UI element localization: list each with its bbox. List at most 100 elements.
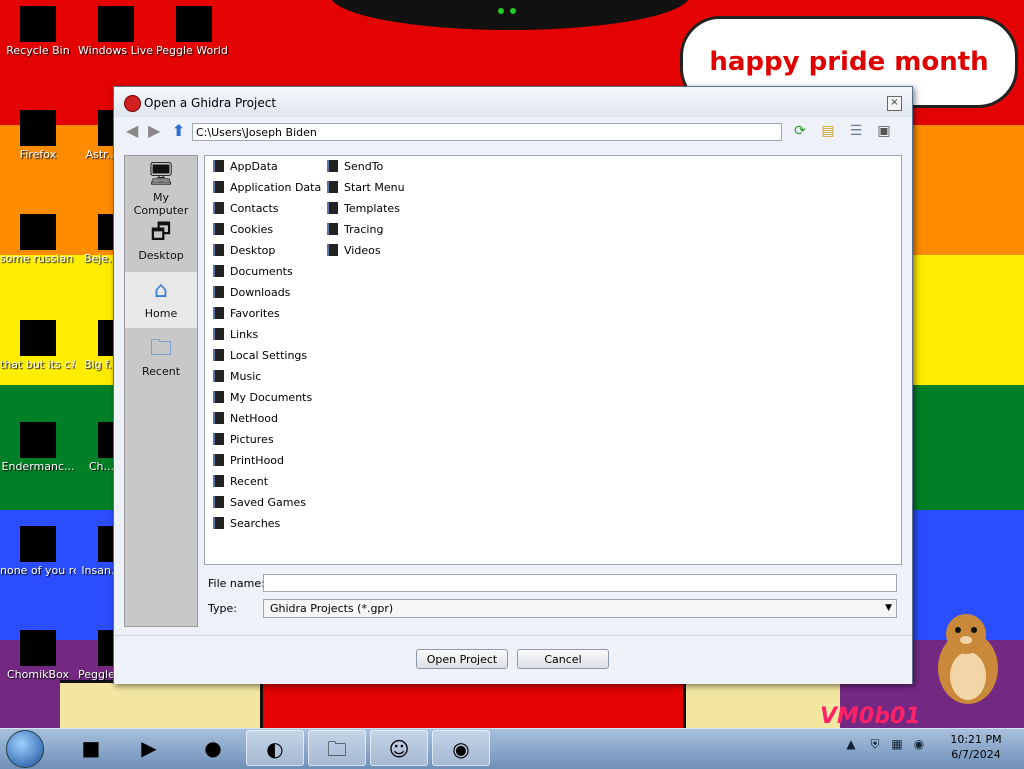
file-list-item[interactable]: Documents (213, 263, 293, 281)
file-name: Searches (230, 517, 281, 530)
refresh-icon[interactable]: ⟳ (792, 123, 808, 139)
forward-arrow-icon[interactable]: ▶ (148, 123, 166, 139)
new-folder-icon[interactable]: ▤ (820, 123, 836, 139)
file-list-item[interactable]: Cookies (213, 221, 273, 239)
volume-icon[interactable]: ◉ (911, 736, 927, 752)
wallpaper-signature: VM0b01 (820, 704, 921, 729)
close-button[interactable]: × (887, 96, 902, 111)
folder-icon (213, 517, 224, 529)
desktop-icon-label: ChomikBox (7, 668, 69, 681)
desktop-icon-label: Windows Live Mail (78, 44, 154, 57)
desktop-icon[interactable]: some russian ran a rat (0, 214, 76, 266)
file-list-item[interactable]: Recent (213, 473, 268, 491)
type-select[interactable]: Ghidra Projects (*.gpr) ▼ (263, 599, 897, 618)
network-icon[interactable]: ▦ (889, 736, 905, 752)
file-name-input[interactable] (263, 574, 897, 592)
taskbar-messenger[interactable]: ☺ (370, 730, 428, 766)
file-list-item[interactable]: Pictures (213, 431, 274, 449)
desktop-icon[interactable]: Peggle World of Warcraft ... (156, 6, 232, 58)
security-shield-icon[interactable]: ⛨ (867, 736, 883, 752)
cancel-button[interactable]: Cancel (517, 649, 609, 669)
file-list[interactable]: AppData Application Data Contacts Cookies De… (204, 155, 902, 565)
dialog-titlebar[interactable]: Open a Ghidra Project × (114, 87, 912, 117)
desktop-icon[interactable]: ChomikBox (0, 630, 76, 682)
desktop-icon[interactable]: Endermanc... (0, 422, 76, 474)
taskbar-app3[interactable]: ● (184, 730, 242, 766)
path-field[interactable]: C:\Users\Joseph Biden (192, 123, 782, 141)
file-list-item[interactable]: PrintHood (213, 452, 284, 470)
file-list-item[interactable]: SendTo (327, 158, 383, 176)
file-list-item[interactable]: Desktop (213, 242, 275, 260)
file-list-item[interactable]: My Documents (213, 389, 312, 407)
file-list-item[interactable]: Links (213, 326, 258, 344)
place-label: Recent (141, 365, 181, 378)
file-name: Music (230, 370, 262, 383)
file-name: AppData (230, 160, 278, 173)
file-list-item[interactable]: Music (213, 368, 261, 386)
cartoon-body-mid (260, 683, 686, 733)
globe-icon: ● (204, 736, 222, 760)
file-list-item[interactable]: Local Settings (213, 347, 307, 365)
folder-icon (213, 202, 224, 214)
taskbar-ghidra[interactable]: ◉ (432, 730, 490, 766)
file-list-item[interactable]: NetHood (213, 410, 278, 428)
desktop-icon[interactable]: none of you retards kno... (0, 526, 76, 578)
file-list-item[interactable]: Tracing (327, 221, 383, 239)
taskbar-app1[interactable]: ■ (62, 730, 120, 766)
details-view-icon[interactable]: ▣ (876, 123, 892, 139)
file-list-item[interactable]: Application Data (213, 179, 321, 197)
file-name: Saved Games (230, 496, 306, 509)
file-list-item[interactable]: Favorites (213, 305, 280, 323)
folder-icon (213, 496, 224, 508)
place-my-computer[interactable]: 🖥 My Computer (125, 156, 197, 217)
file-name: Cookies (230, 223, 274, 236)
file-list-item[interactable]: Templates (327, 200, 400, 218)
folder-icon (327, 160, 338, 172)
place-desktop[interactable]: 🗗 Desktop (125, 214, 197, 270)
hamster-icon (938, 614, 998, 704)
file-list-item[interactable]: Downloads (213, 284, 290, 302)
desktop-icon-label: Recycle Bin (6, 44, 70, 57)
folder-icon (327, 244, 338, 256)
up-arrow-icon[interactable]: ⬆ (172, 123, 190, 139)
file-list-item[interactable]: Saved Games (213, 494, 306, 512)
file-list-item[interactable]: Contacts (213, 200, 279, 218)
file-name: Pictures (230, 433, 274, 446)
folder-icon (213, 433, 224, 445)
taskbar-clock[interactable]: 10:21 PM 6/7/2024 (936, 732, 1016, 762)
messenger-icon: ☺ (388, 737, 410, 761)
desktop-icon[interactable]: Firefox (0, 110, 76, 162)
folder-icon: 🗀 (327, 737, 347, 761)
place-recent[interactable]: 🗀 Recent (125, 330, 197, 386)
recent-folder-icon: 🗀 (149, 336, 172, 361)
list-view-icon[interactable]: ☰ (848, 123, 864, 139)
back-arrow-icon[interactable]: ◀ (126, 123, 144, 139)
file-list-item[interactable]: Start Menu (327, 179, 405, 197)
chevron-down-icon: ▼ (885, 603, 892, 613)
taskbar-firefox[interactable]: ◐ (246, 730, 304, 766)
file-list-item[interactable]: Searches (213, 515, 280, 533)
home-folder-icon: ⌂ (154, 278, 168, 303)
desktop-icon-label: none of you retards kno... (0, 564, 76, 577)
recycle-bin-icon (20, 6, 56, 42)
taskbar-media-player[interactable]: ▶ (120, 730, 178, 766)
open-project-button[interactable]: Open Project (416, 649, 508, 669)
file-list-item[interactable]: AppData (213, 158, 278, 176)
show-hidden-icons-icon[interactable]: ▲ (843, 736, 859, 752)
cloud-text: happy pride month (709, 47, 989, 77)
desktop-icon-label: Endermanc... (1, 460, 75, 473)
file-name: Downloads (230, 286, 291, 299)
place-home[interactable]: ⌂ Home (125, 272, 197, 328)
file-name: Contacts (230, 202, 279, 215)
peggle-wow-icon (176, 6, 212, 42)
start-button[interactable] (6, 730, 44, 768)
desktop-icon[interactable]: that but its c# (0, 320, 76, 372)
desktop-icon[interactable]: Windows Live Mail (78, 6, 154, 58)
desktop-icon[interactable]: Recycle Bin (0, 6, 76, 58)
folder-icon (213, 265, 224, 277)
place-label: Home (144, 307, 178, 320)
computer-icon: 🖥 (147, 162, 175, 187)
file-list-item[interactable]: Videos (327, 242, 381, 260)
desktop-icon-label: Firefox (19, 148, 57, 161)
taskbar-explorer[interactable]: 🗀 (308, 730, 366, 766)
